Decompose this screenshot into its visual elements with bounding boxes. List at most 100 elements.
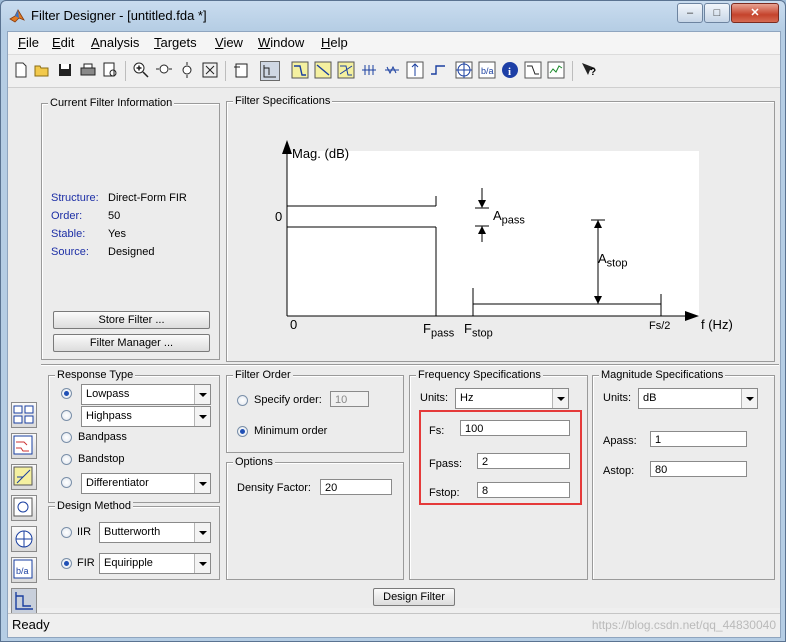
zoom-in-icon[interactable] [132,61,150,79]
phase-response-icon[interactable] [314,61,332,79]
svg-text:b/a: b/a [16,566,29,576]
group-title: Current Filter Information [48,96,175,110]
source-label: Source: [51,246,89,258]
zoom-x-icon[interactable] [155,61,173,79]
filter-manager-button[interactable]: Filter Manager ... [53,334,210,352]
multirate-icon[interactable]: b/a [11,557,37,583]
menu-file[interactable]: File [18,35,39,50]
stable-value: Yes [108,228,126,240]
phase-delay-icon[interactable] [383,61,401,79]
apass-input[interactable]: 1 [650,431,747,447]
bandstop-radio[interactable] [61,454,72,465]
mag-units-select[interactable]: dB [638,388,758,409]
realize-model-icon[interactable] [11,464,37,490]
chevron-down-icon [194,554,210,573]
menu-window[interactable]: Window [258,35,304,50]
fir-method-select[interactable]: Equiripple [99,553,211,574]
info-icon[interactable]: i [501,61,519,79]
filter-designer-window: Filter Designer - [untitled.fda *] – □ ✕… [0,0,786,642]
coefficients-icon[interactable]: b/a [478,61,496,79]
filter-specs-icon[interactable] [260,61,280,81]
structure-value: Direct-Form FIR [108,192,187,204]
apass-label: Apass: [603,435,637,447]
minimum-order-radio[interactable] [237,426,248,437]
matlab-logo-icon [9,9,25,23]
freq-units-select[interactable]: Hz [455,388,569,409]
open-icon[interactable] [33,61,51,79]
impulse-response-icon[interactable] [406,61,424,79]
differentiator-select[interactable]: Differentiator [81,473,211,494]
magnitude-response-icon[interactable] [291,61,309,79]
filter-order-panel: Filter Order Specify order: 10 Minimum o… [226,368,404,453]
magnitude-estimate-icon[interactable] [524,61,542,79]
save-icon[interactable] [56,61,74,79]
full-view-icon[interactable] [201,61,219,79]
fir-radio[interactable] [61,558,72,569]
whats-this-icon[interactable]: ? [580,61,598,79]
design-filter-button[interactable]: Design Filter [373,588,455,606]
chevron-down-icon [194,474,210,493]
menu-help[interactable]: Help [321,35,348,50]
store-filter-button[interactable]: Store Filter ... [53,311,210,329]
pole-zero-icon[interactable] [455,61,473,79]
diagram-background [287,151,699,316]
pole-zero-editor-icon[interactable] [11,526,37,552]
highpass-select[interactable]: Highpass [81,406,211,427]
other-response-radio[interactable] [61,477,72,488]
density-factor-input[interactable]: 20 [320,479,392,495]
menu-edit[interactable]: Edit [52,35,74,50]
specify-order-input[interactable]: 10 [330,391,369,407]
noise-psd-icon[interactable] [547,61,565,79]
group-delay-icon[interactable] [360,61,378,79]
menu-view[interactable]: View [215,35,243,50]
iir-method-select[interactable]: Butterworth [99,522,211,543]
quantize-icon[interactable] [11,433,37,459]
new-icon[interactable] [12,61,30,79]
fstop-label: Fstop [464,321,493,340]
chevron-down-icon [741,389,757,408]
bandpass-radio[interactable] [61,432,72,443]
mag-units-label: Units: [603,392,632,404]
title-bar: Filter Designer - [untitled.fda *] – □ ✕ [1,1,785,31]
filter-specifications-panel: Filter Specifications Mag. (dB) 0 0 Apas… [226,94,775,362]
print-icon[interactable] [79,61,97,79]
lowpass-select[interactable]: Lowpass [81,384,211,405]
apass-label: Apass [493,208,525,227]
astop-label: Astop: [603,465,635,477]
options-panel: Options Density Factor: 20 [226,455,404,580]
group-title: Response Type [55,368,136,382]
iir-radio[interactable] [61,527,72,538]
minimize-button[interactable]: – [677,3,703,23]
chevron-down-icon [194,385,210,404]
structure-label: Structure: [51,192,99,204]
print-preview-icon[interactable] [101,61,119,79]
mag-phase-icon[interactable] [337,61,355,79]
fpass-label: Fpass [423,321,455,340]
group-title: Filter Order [233,368,293,382]
toolbar-separator [572,61,573,81]
toolbar: b/a i ? [8,55,780,88]
source-value: Designed [108,246,155,258]
new-figure-icon[interactable] [232,61,250,79]
highpass-radio[interactable] [61,410,72,421]
current-filter-info-panel: Current Filter Information Structure: Di… [41,96,220,360]
step-response-icon[interactable] [429,61,447,79]
freq-units-label: Units: [420,392,449,404]
order-label: Order: [51,210,83,222]
bandstop-label: Bandstop [78,453,125,465]
maximize-button[interactable]: □ [704,3,730,23]
transform-filter-icon[interactable] [11,402,37,428]
density-factor-label: Density Factor: [237,482,311,494]
menu-targets[interactable]: Targets [154,35,197,50]
import-filter-icon[interactable] [11,495,37,521]
close-button[interactable]: ✕ [731,3,779,23]
specify-order-radio[interactable] [237,395,248,406]
lowpass-radio[interactable] [61,388,72,399]
y-axis-arrow [282,140,292,154]
x-zero-label: 0 [290,317,298,332]
group-title: Options [233,455,275,469]
astop-input[interactable]: 80 [650,461,747,477]
menu-analysis[interactable]: Analysis [91,35,139,50]
zoom-y-icon[interactable] [178,61,196,79]
design-filter-icon[interactable] [11,588,37,614]
